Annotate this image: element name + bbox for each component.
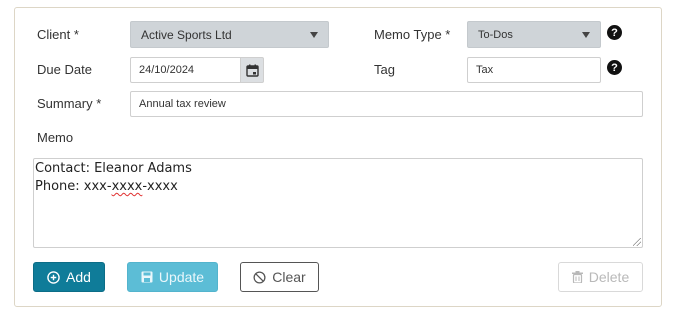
memo-line-1: Contact: Eleanor Adams	[35, 161, 192, 176]
client-select[interactable]: Active Sports Ltd	[130, 21, 329, 48]
chevron-down-icon	[582, 31, 590, 38]
save-icon	[141, 271, 153, 283]
memo-type-select-value: To-Dos	[478, 28, 513, 41]
resize-handle-icon[interactable]	[633, 238, 641, 246]
tag-label: Tag	[374, 62, 395, 77]
update-button-label: Update	[158, 269, 205, 285]
memo-type-help-icon[interactable]: ?	[607, 25, 622, 40]
memo-line-2-suffix: -xxxx	[142, 179, 178, 194]
trash-icon	[571, 271, 583, 283]
summary-input[interactable]	[130, 91, 643, 117]
calendar-icon	[245, 64, 259, 77]
chevron-down-icon	[310, 31, 318, 38]
ban-icon	[253, 270, 266, 284]
memo-line-2-prefix: Phone: xxx-	[35, 179, 112, 194]
due-date-label: Due Date	[37, 62, 92, 77]
memo-form-panel: Client * Active Sports Ltd Memo Type * T…	[14, 7, 662, 307]
tag-input[interactable]	[467, 57, 601, 83]
memo-type-label: Memo Type *	[374, 27, 451, 42]
due-date-input[interactable]	[130, 57, 241, 83]
date-picker-button[interactable]	[241, 57, 264, 83]
clear-button-label: Clear	[272, 269, 306, 285]
client-select-value: Active Sports Ltd	[141, 27, 232, 42]
plus-circle-icon	[47, 270, 60, 284]
tag-help-icon[interactable]: ?	[607, 60, 622, 75]
delete-button[interactable]: Delete	[558, 262, 643, 292]
summary-label: Summary *	[37, 96, 102, 111]
clear-button[interactable]: Clear	[240, 262, 319, 292]
update-button[interactable]: Update	[127, 262, 218, 292]
misspelled-word: xxxx	[111, 179, 143, 194]
delete-button-label: Delete	[588, 269, 630, 285]
memo-label: Memo	[37, 130, 74, 145]
add-button[interactable]: Add	[33, 262, 105, 292]
memo-textarea[interactable]: Contact: Eleanor Adams Phone: xxx-xxxx-x…	[33, 158, 643, 248]
client-label: Client *	[37, 27, 79, 42]
memo-type-select[interactable]: To-Dos	[467, 21, 601, 48]
add-button-label: Add	[66, 269, 91, 285]
